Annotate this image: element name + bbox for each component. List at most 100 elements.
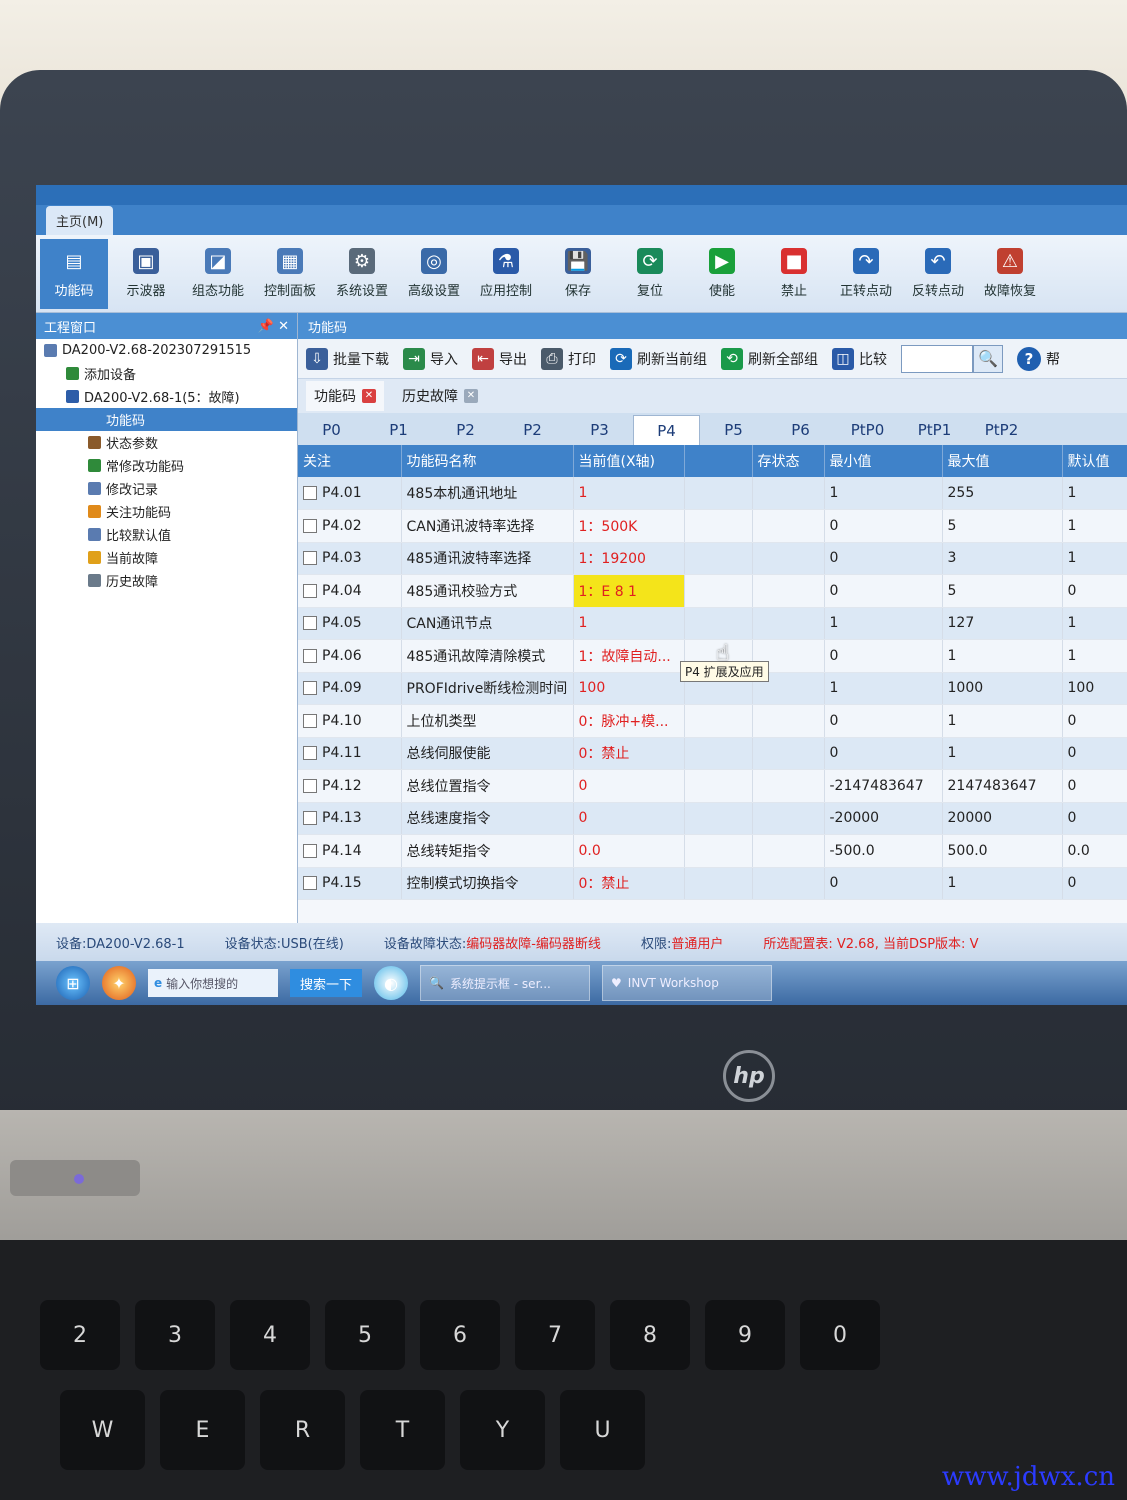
tree-item[interactable]: 关注功能码 [36,500,297,523]
value-cell[interactable]: 1 [573,607,685,640]
start-button-icon[interactable]: ⊞ [56,966,90,1000]
doc-tab-history-fault[interactable]: 历史故障 ✕ [394,381,486,411]
follow-checkbox[interactable] [303,778,317,793]
tab-p5[interactable]: P5 [700,415,767,445]
help-button[interactable]: ? 帮 [1017,346,1060,371]
tree-item[interactable]: 修改记录 [36,477,297,500]
follow-checkbox[interactable] [303,486,317,500]
tab-p6[interactable]: P6 [767,415,834,445]
table-row[interactable]: P4.15 控制模式切换指令 0：禁止 0 1 0 [298,867,1127,900]
value-cell[interactable]: 0：脉冲+模... [573,704,685,738]
column-header[interactable]: 关注 [298,445,402,477]
follow-checkbox[interactable] [303,713,317,728]
app-launcher-icon[interactable]: ✦ [102,966,136,1000]
ribbon-button-4[interactable]: ⚙ 系统设置 [328,239,396,309]
taskbar-item-workshop[interactable]: ♥ INVT Workshop [602,965,773,1001]
tab-p2[interactable]: P2 [432,415,499,445]
value-cell[interactable]: 1：19200 [573,542,685,575]
tree-item[interactable]: 比较默认值 [36,523,297,546]
value-cell[interactable]: 1：E 8 1 [573,574,685,608]
column-header[interactable]: 存状态 [752,445,825,477]
close-icon[interactable]: ✕ [464,389,478,403]
tab-p2[interactable]: P2 [499,415,566,445]
toolbar-button-0[interactable]: ⇩ 批量下载 [306,347,389,370]
tree-item[interactable]: 添加设备 [36,362,297,385]
toolbar-button-4[interactable]: ⟳ 刷新当前组 [610,347,707,370]
tree-item[interactable]: 常修改功能码 [36,454,297,477]
ribbon-button-5[interactable]: ◎ 高级设置 [400,239,468,309]
table-row[interactable]: P4.01 485本机通讯地址 1 1 255 1 [298,477,1127,510]
tab-p3[interactable]: P3 [566,415,633,445]
pin-icon[interactable]: 📌 [258,319,274,334]
close-icon[interactable]: ✕ [362,389,376,403]
follow-checkbox[interactable] [303,583,317,598]
browser-app-icon[interactable]: ◐ [374,966,409,1000]
column-header[interactable]: 功能码名称 [401,445,574,477]
tab-ptp2[interactable]: PtP2 [968,415,1035,445]
follow-checkbox[interactable] [303,681,317,696]
ribbon-button-11[interactable]: ↷ 正转点动 [832,239,900,309]
column-header[interactable]: 默认值 [1062,445,1127,477]
ribbon-button-0[interactable]: ▤ 功能码 [40,238,108,309]
tab-p0[interactable]: P0 [298,415,365,445]
value-cell[interactable]: 0 [573,802,685,835]
taskbar-search-input[interactable]: e 输入你想搜的 [148,969,278,997]
follow-checkbox[interactable] [303,843,317,858]
value-cell[interactable]: 100 [573,672,685,705]
value-cell[interactable]: 0：禁止 [573,737,685,770]
value-cell[interactable]: 0：禁止 [573,867,685,900]
search-input[interactable] [901,344,973,373]
ribbon-button-7[interactable]: 💾 保存 [544,239,612,309]
toolbar-button-1[interactable]: ⇥ 导入 [403,347,458,370]
table-row[interactable]: P4.04 485通讯校验方式 1：E 8 1 050 [298,574,1127,608]
table-row[interactable]: P4.02 CAN通讯波特率选择 1：500K 0 5 1 [298,509,1127,543]
tab-ptp0[interactable]: PtP0 [834,415,901,445]
ribbon-button-12[interactable]: ↶ 反转点动 [904,239,972,309]
column-header[interactable]: 当前值(X轴) [573,445,685,477]
column-header[interactable]: 最大值 [942,445,1063,477]
tree-item[interactable]: 状态参数 [36,431,297,454]
ribbon-button-8[interactable]: ⟳ 复位 [616,239,684,309]
table-row[interactable]: P4.14 总线转矩指令 0.0 -500.0 500.0 0.0 [298,834,1127,868]
tree-item[interactable]: 当前故障 [36,546,297,569]
toolbar-button-2[interactable]: ⇤ 导出 [472,347,527,370]
table-row[interactable]: P4.13 总线速度指令 0 -20000 20000 0 [298,802,1127,835]
tree-item[interactable]: DA200-V2.68-20230729151​5 [36,339,297,362]
doc-tab-function-code[interactable]: 功能码 ✕ [306,381,384,411]
taskbar-search-button[interactable]: 搜索一下 [290,969,363,997]
toolbar-button-3[interactable]: ⎙ 打印 [541,347,596,370]
tab-p1[interactable]: P1 [365,415,432,445]
follow-checkbox[interactable] [303,648,317,663]
column-header[interactable]: 最小值 [824,445,943,477]
follow-checkbox[interactable] [303,811,317,826]
tree-item[interactable]: 历史故障 [36,569,297,592]
ribbon-button-13[interactable]: ⚠ 故障恢复 [976,239,1044,309]
tree-item[interactable]: 功能码 [36,408,297,431]
tab-p4[interactable]: P4 [633,415,700,445]
ribbon-button-3[interactable]: ▦ 控制面板 [256,239,324,309]
value-cell[interactable]: 1 [573,477,685,510]
ribbon-button-10[interactable]: ■ 禁止 [760,239,828,309]
ribbon-button-1[interactable]: ▣ 示波器 [112,239,180,309]
tree-item[interactable]: DA200-V2.68-1(5：故障) [36,385,297,408]
search-icon[interactable]: 🔍 [973,344,1003,373]
ribbon-button-9[interactable]: ▶ 使能 [688,239,756,309]
ribbon-button-2[interactable]: ◪ 组态功能 [184,239,252,309]
table-row[interactable]: P4.12 总线位置指令 0 -2147483647 2147483647 0 [298,769,1127,803]
tab-ptp1[interactable]: PtP1 [901,415,968,445]
taskbar-item-dialog[interactable]: 🔍 系统提示框 - ser... [420,965,591,1001]
close-icon[interactable]: ✕ [278,319,289,334]
follow-checkbox[interactable] [303,616,317,631]
column-header[interactable] [684,445,753,477]
toolbar-button-6[interactable]: ◫ 比较 [832,347,887,370]
value-cell[interactable]: 1：故障自动... [573,639,685,673]
table-row[interactable]: P4.05 CAN通讯节点 1 1 127 1 [298,607,1127,640]
ribbon-button-6[interactable]: ⚗ 应用控制 [472,239,540,309]
follow-checkbox[interactable] [303,551,317,566]
table-row[interactable]: P4.10 上位机类型 0：脉冲+模... 0 1 0 [298,704,1127,738]
value-cell[interactable]: 1：500K [573,509,685,543]
follow-checkbox[interactable] [303,876,317,891]
menu-tab-home[interactable]: 主页(M) [46,206,114,235]
follow-checkbox[interactable] [303,518,317,533]
table-row[interactable]: P4.03 485通讯波特率选择 1：19200 0 3 1 [298,542,1127,575]
